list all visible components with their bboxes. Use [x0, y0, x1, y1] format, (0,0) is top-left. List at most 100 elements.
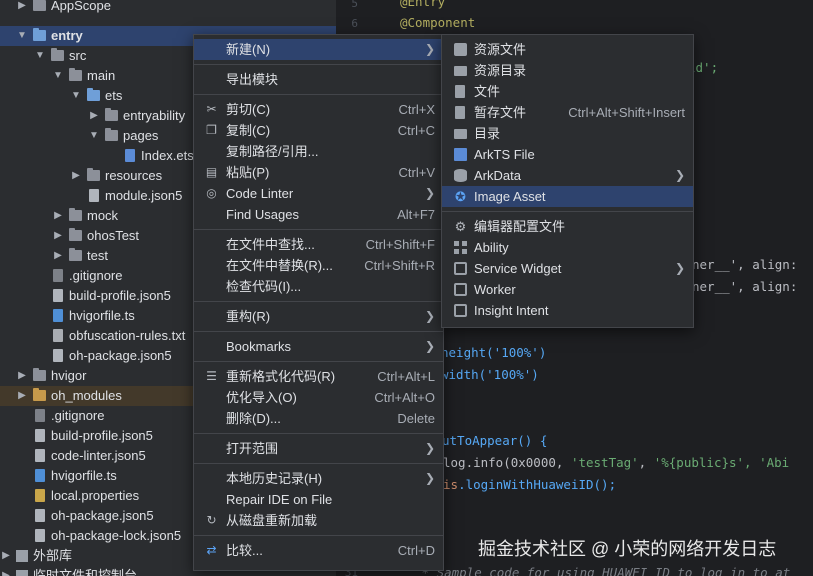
menu-separator — [194, 433, 443, 434]
chevron-right-icon[interactable]: ▶ — [0, 546, 12, 566]
code-line: utToAppear() { — [442, 433, 548, 448]
code-linter-icon: ◎ — [206, 186, 217, 200]
chevron-right-icon[interactable]: ▶ — [16, 366, 28, 386]
chevron-right-icon[interactable]: ▶ — [16, 386, 28, 406]
chevron-right-icon[interactable]: ▶ — [52, 226, 64, 246]
submenu-item-file[interactable]: 文件 — [442, 81, 693, 102]
menu-item-copy-path[interactable]: 复制路径/引用... — [194, 141, 443, 162]
menu-item-refactor[interactable]: 重构(R) ❯ — [194, 306, 443, 327]
menu-item-delete[interactable]: 删除(D)... Delete — [194, 408, 443, 429]
menu-separator — [194, 331, 443, 332]
chevron-down-icon[interactable]: ▼ — [52, 66, 64, 86]
chevron-right-icon: ❯ — [424, 186, 435, 200]
chevron-right-icon[interactable]: ▶ — [88, 106, 100, 126]
menu-item-open-in[interactable]: 打开范围 ❯ — [194, 438, 443, 459]
menu-item-local-history[interactable]: 本地历史记录(H) ❯ — [194, 468, 443, 489]
scissors-icon: ✂ — [206, 102, 217, 116]
menu-item-bookmarks[interactable]: Bookmarks ❯ — [194, 336, 443, 357]
menu-item-new[interactable]: 新建(N) ❯ — [194, 39, 443, 60]
chevron-right-icon: ❯ — [424, 441, 435, 455]
chevron-right-icon: ❯ — [674, 261, 685, 275]
chevron-right-icon[interactable]: ▶ — [52, 206, 64, 226]
resources-folder-icon — [87, 168, 100, 181]
menu-item-cut[interactable]: ✂ 剪切(C) Ctrl+X — [194, 99, 443, 120]
format-icon: ☰ — [206, 369, 217, 383]
menu-item-export-module[interactable]: 导出模块 — [194, 69, 443, 90]
menu-item-reformat-code[interactable]: ☰ 重新格式化代码(R) Ctrl+Alt+L — [194, 366, 443, 387]
gitignore-file-icon — [53, 269, 63, 282]
menu-separator — [194, 535, 443, 536]
gitignore-file-icon — [35, 409, 45, 422]
json-file-icon — [53, 349, 63, 362]
submenu-item-resource-file[interactable]: 资源文件 — [442, 39, 693, 60]
submenu-item-service-widget[interactable]: Service Widget ❯ — [442, 258, 693, 279]
menu-item-inspect-code[interactable]: 检查代码(I)... — [194, 276, 443, 297]
ability-icon — [454, 241, 467, 254]
folder-icon — [105, 108, 118, 121]
json-file-icon — [53, 289, 63, 302]
menu-item-paste[interactable]: ▤ 粘贴(P) Ctrl+V — [194, 162, 443, 183]
menu-item-find-in-files[interactable]: 在文件中查找... Ctrl+Shift+F — [194, 234, 443, 255]
chevron-right-icon: ❯ — [424, 339, 435, 353]
paste-icon: ▤ — [205, 165, 218, 179]
submenu-item-resource-directory[interactable]: 资源目录 — [442, 60, 693, 81]
menu-item-find-usages[interactable]: Find Usages Alt+F7 — [194, 204, 443, 225]
chevron-right-icon[interactable]: ▶ — [70, 166, 82, 186]
gear-icon: ⚙ — [454, 219, 467, 234]
submenu-item-directory[interactable]: 目录 — [442, 123, 693, 144]
scratch-file-icon — [455, 106, 465, 119]
folder-icon — [33, 368, 46, 381]
tree-item-appscope[interactable]: ▶ AppScope — [0, 0, 336, 16]
database-icon — [454, 169, 467, 182]
module-folder-icon — [33, 28, 46, 41]
compare-icon: ⇄ — [206, 543, 217, 557]
menu-separator — [442, 211, 693, 212]
menu-item-repair-ide[interactable]: Repair IDE on File — [194, 489, 443, 510]
chevron-right-icon[interactable]: ▶ — [0, 566, 12, 576]
chevron-down-icon[interactable]: ▼ — [70, 86, 82, 106]
chevron-right-icon[interactable]: ▶ — [16, 0, 28, 16]
code-line: * Sample code for using HUAWEI ID to log… — [414, 565, 791, 576]
json-file-icon — [35, 529, 45, 542]
chevron-down-icon[interactable]: ▼ — [34, 46, 46, 66]
properties-file-icon — [35, 489, 45, 502]
menu-separator — [194, 64, 443, 65]
watermark: 掘金技术社区 @ 小荣的网络开发日志 — [478, 539, 777, 559]
resource-file-icon — [454, 43, 467, 56]
menu-item-optimize-imports[interactable]: 优化导入(O) Ctrl+Alt+O — [194, 387, 443, 408]
folder-icon — [454, 66, 467, 76]
menu-separator — [194, 361, 443, 362]
submenu-item-scratch-file[interactable]: 暂存文件 Ctrl+Alt+Shift+Insert — [442, 102, 693, 123]
submenu-item-editorconfig[interactable]: ⚙ 编辑器配置文件 — [442, 216, 693, 237]
chevron-right-icon: ❯ — [424, 471, 435, 485]
code-line: log.info(0x0000, 'testTag', '%{public}s'… — [443, 455, 790, 470]
folder-icon — [69, 68, 82, 81]
code-line: ner__', align: — [692, 279, 798, 294]
json-file-icon — [35, 449, 45, 462]
chevron-right-icon[interactable]: ▶ — [52, 246, 64, 266]
code-line: ner__', align: — [692, 257, 798, 272]
menu-item-replace-in-files[interactable]: 在文件中替换(R)... Ctrl+Shift+R — [194, 255, 443, 276]
excluded-folder-icon — [33, 388, 46, 401]
menu-item-copy[interactable]: ❐ 复制(C) Ctrl+C — [194, 120, 443, 141]
submenu-item-ability[interactable]: Ability — [442, 237, 693, 258]
folder-icon — [69, 248, 82, 261]
menu-item-code-linter[interactable]: ◎ Code Linter ❯ — [194, 183, 443, 204]
chevron-down-icon[interactable]: ▼ — [16, 26, 28, 46]
submenu-item-arkts-file[interactable]: ArkTS File — [442, 144, 693, 165]
new-submenu: 资源文件 资源目录 文件 暂存文件 Ctrl+Alt+Shift+Insert … — [441, 34, 694, 328]
code-line: @Component — [400, 15, 476, 30]
line-number: 6 — [351, 17, 358, 30]
library-icon — [16, 550, 28, 562]
submenu-item-insight-intent[interactable]: Insight Intent — [442, 300, 693, 321]
submenu-item-image-asset[interactable]: ✪ Image Asset — [442, 186, 693, 207]
image-asset-icon: ✪ — [455, 189, 466, 204]
menu-item-reload-from-disk[interactable]: ↻ 从磁盘重新加载 — [194, 510, 443, 531]
ets-file-icon — [125, 149, 135, 162]
chevron-down-icon[interactable]: ▼ — [88, 126, 100, 146]
menu-item-compare[interactable]: ⇄ 比较... Ctrl+D — [194, 540, 443, 561]
folder-icon — [69, 208, 82, 221]
submenu-item-worker[interactable]: Worker — [442, 279, 693, 300]
chevron-right-icon: ❯ — [674, 168, 685, 182]
submenu-item-arkdata[interactable]: ArkData ❯ — [442, 165, 693, 186]
